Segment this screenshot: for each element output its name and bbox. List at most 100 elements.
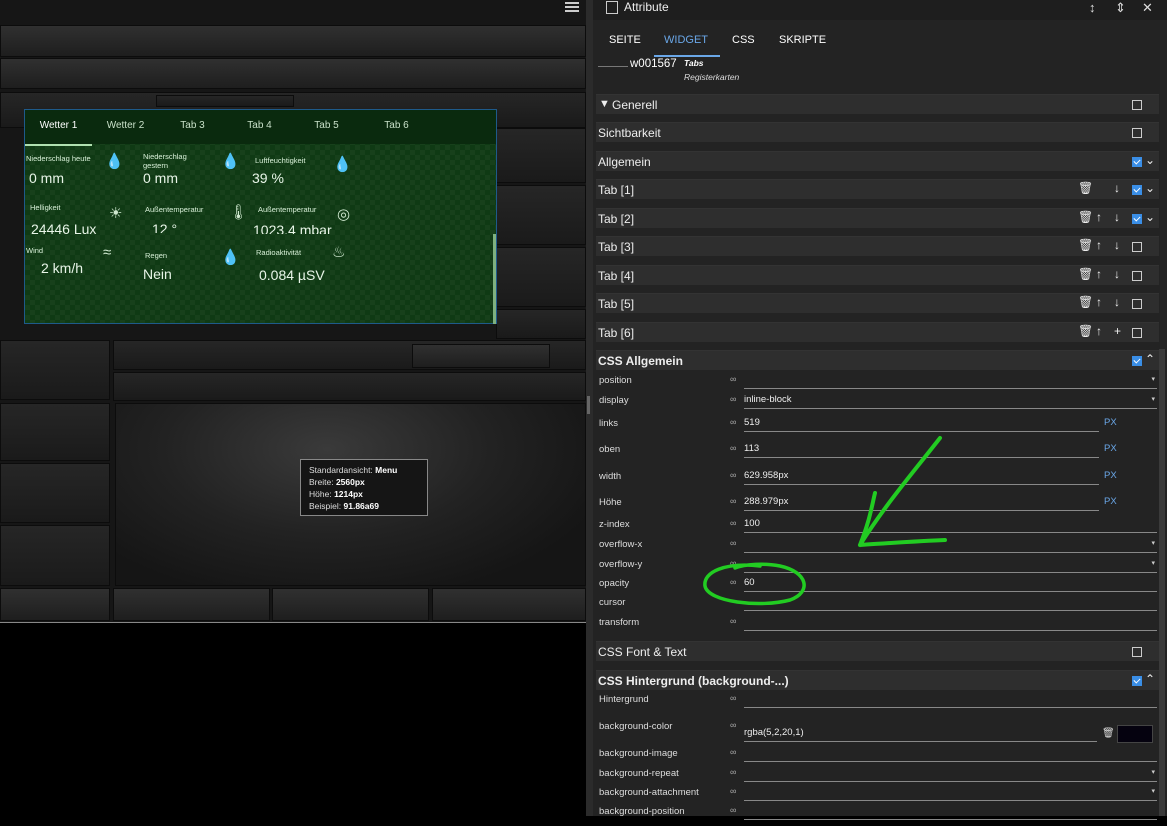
checkbox[interactable]: [1132, 328, 1142, 338]
link-icon[interactable]: ∞: [730, 616, 736, 626]
tabs-widget[interactable]: Wetter 1 Wetter 2 Tab 3 Tab 4 Tab 5 Tab …: [24, 109, 497, 324]
collapse-icon[interactable]: ⇕: [1115, 0, 1126, 16]
unit-button[interactable]: PX: [1104, 443, 1117, 454]
section-tab-4[interactable]: Tab [4] 🗑 ↑ ↓: [596, 265, 1159, 285]
overflow-x-select[interactable]: [744, 538, 1157, 553]
widget-scrollbar[interactable]: [493, 234, 496, 324]
expand-icon[interactable]: ↕: [1089, 0, 1096, 15]
arrow-up-icon[interactable]: ↑: [1096, 238, 1102, 252]
chevron-down-icon[interactable]: ⌄: [1145, 181, 1155, 195]
checkbox[interactable]: [1132, 299, 1142, 309]
chevron-down-icon[interactable]: ⌄: [1145, 153, 1155, 167]
widget-tab[interactable]: Tab 3: [159, 110, 226, 144]
panel-scrollbar[interactable]: [1159, 349, 1165, 816]
section-css-allgemein[interactable]: CSS Allgemein ⌃: [596, 350, 1159, 370]
position-select[interactable]: [744, 374, 1157, 389]
link-icon[interactable]: ∞: [730, 394, 736, 404]
widget-tab[interactable]: Tab 6: [360, 110, 433, 144]
arrow-up-icon[interactable]: ↑: [1096, 267, 1102, 281]
tab-css[interactable]: CSS: [732, 34, 755, 46]
cursor-input[interactable]: [744, 596, 1157, 611]
widget-tab[interactable]: Tab 4: [226, 110, 293, 144]
checkbox[interactable]: [1132, 647, 1142, 657]
close-icon[interactable]: ✕: [1142, 0, 1153, 16]
link-icon[interactable]: ∞: [730, 417, 736, 427]
arrow-down-icon[interactable]: ↓: [1114, 267, 1120, 281]
tab-widget[interactable]: WIDGET: [664, 34, 708, 46]
section-tab-1[interactable]: Tab [1] 🗑 ↓ ⌄: [596, 179, 1159, 199]
unit-button[interactable]: PX: [1104, 417, 1117, 428]
section-tab-5[interactable]: Tab [5] 🗑 ↑ ↓: [596, 293, 1159, 313]
hamburger-menu-icon[interactable]: [565, 2, 579, 12]
section-generell[interactable]: ▼ Generell: [596, 94, 1159, 114]
link-icon[interactable]: ∞: [730, 538, 736, 548]
width-input[interactable]: 629.958px: [744, 470, 1099, 485]
editor-canvas[interactable]: Wetter 1 Wetter 2 Tab 3 Tab 4 Tab 5 Tab …: [0, 0, 586, 816]
trash-icon[interactable]: 🗑: [1078, 324, 1093, 338]
trash-icon[interactable]: 🗑: [1078, 295, 1093, 309]
background-image-input[interactable]: [744, 747, 1157, 762]
link-icon[interactable]: ∞: [730, 747, 736, 757]
trash-icon[interactable]: 🗑: [1078, 267, 1093, 281]
link-icon[interactable]: ∞: [730, 496, 736, 506]
checkbox[interactable]: [1132, 100, 1142, 110]
checkbox[interactable]: [1132, 128, 1142, 138]
link-icon[interactable]: ∞: [730, 693, 736, 703]
checkbox[interactable]: [1132, 356, 1142, 366]
section-allgemein[interactable]: Allgemein ⌄: [596, 151, 1159, 171]
arrow-down-icon[interactable]: ↓: [1114, 238, 1120, 252]
widget-tab[interactable]: Tab 5: [293, 110, 360, 144]
widget-tab[interactable]: Wetter 1: [25, 110, 92, 146]
arrow-down-icon[interactable]: ↓: [1114, 210, 1120, 224]
section-tab-6[interactable]: Tab [6] 🗑 ↑ +: [596, 322, 1159, 342]
background-color-input[interactable]: rgba(5,2,20,1): [744, 727, 1097, 742]
link-icon[interactable]: ∞: [730, 805, 736, 815]
trash-icon[interactable]: 🗑: [1078, 210, 1093, 224]
height-input[interactable]: 288.979px: [744, 496, 1099, 511]
tab-seite[interactable]: SEITE: [609, 34, 641, 46]
link-icon[interactable]: ∞: [730, 518, 736, 528]
arrow-up-icon[interactable]: ↑: [1096, 324, 1102, 338]
background-attachment-select[interactable]: [744, 786, 1157, 801]
chevron-down-icon[interactable]: ⌄: [1145, 210, 1155, 224]
arrow-down-icon[interactable]: ↓: [1114, 181, 1120, 195]
link-icon[interactable]: ∞: [730, 720, 736, 730]
section-css-font[interactable]: CSS Font & Text: [596, 641, 1159, 661]
section-css-background[interactable]: CSS Hintergrund (background-...) ⌃: [596, 670, 1159, 690]
background-repeat-select[interactable]: [744, 767, 1157, 782]
left-input[interactable]: 519: [744, 417, 1099, 432]
chevron-up-icon[interactable]: ⌃: [1145, 352, 1155, 366]
top-input[interactable]: 113: [744, 443, 1099, 458]
link-icon[interactable]: ∞: [730, 558, 736, 568]
widget-tab[interactable]: Wetter 2: [92, 110, 159, 144]
trash-icon[interactable]: 🗑: [1102, 728, 1115, 739]
arrow-up-icon[interactable]: ↑: [1096, 295, 1102, 309]
link-icon[interactable]: ∞: [730, 577, 736, 587]
checkbox[interactable]: [1132, 157, 1142, 167]
link-icon[interactable]: ∞: [730, 786, 736, 796]
checkbox[interactable]: [1132, 271, 1142, 281]
splitter-grip[interactable]: [587, 396, 590, 414]
link-icon[interactable]: ∞: [730, 374, 736, 384]
trash-icon[interactable]: 🗑: [1078, 181, 1093, 195]
arrow-down-icon[interactable]: ↓: [1114, 295, 1120, 309]
tab-skripte[interactable]: SKRIPTE: [779, 34, 826, 46]
display-select[interactable]: inline-block: [744, 394, 1157, 409]
plus-icon[interactable]: +: [1114, 324, 1121, 338]
chevron-up-icon[interactable]: ⌃: [1145, 672, 1155, 686]
unit-button[interactable]: PX: [1104, 496, 1117, 507]
section-sichtbarkeit[interactable]: Sichtbarkeit: [596, 122, 1159, 142]
checkbox[interactable]: [1132, 242, 1142, 252]
checkbox[interactable]: [1132, 214, 1142, 224]
checkbox[interactable]: [1132, 676, 1142, 686]
overflow-y-select[interactable]: [744, 558, 1157, 573]
transform-input[interactable]: [744, 616, 1157, 631]
unit-button[interactable]: PX: [1104, 470, 1117, 481]
checkbox[interactable]: [1132, 185, 1142, 195]
arrow-up-icon[interactable]: ↑: [1096, 210, 1102, 224]
section-tab-3[interactable]: Tab [3] 🗑 ↑ ↓: [596, 236, 1159, 256]
trash-icon[interactable]: 🗑: [1078, 238, 1093, 252]
link-icon[interactable]: ∞: [730, 443, 736, 453]
background-position-input[interactable]: [744, 805, 1157, 820]
opacity-input[interactable]: 60: [744, 577, 1157, 592]
